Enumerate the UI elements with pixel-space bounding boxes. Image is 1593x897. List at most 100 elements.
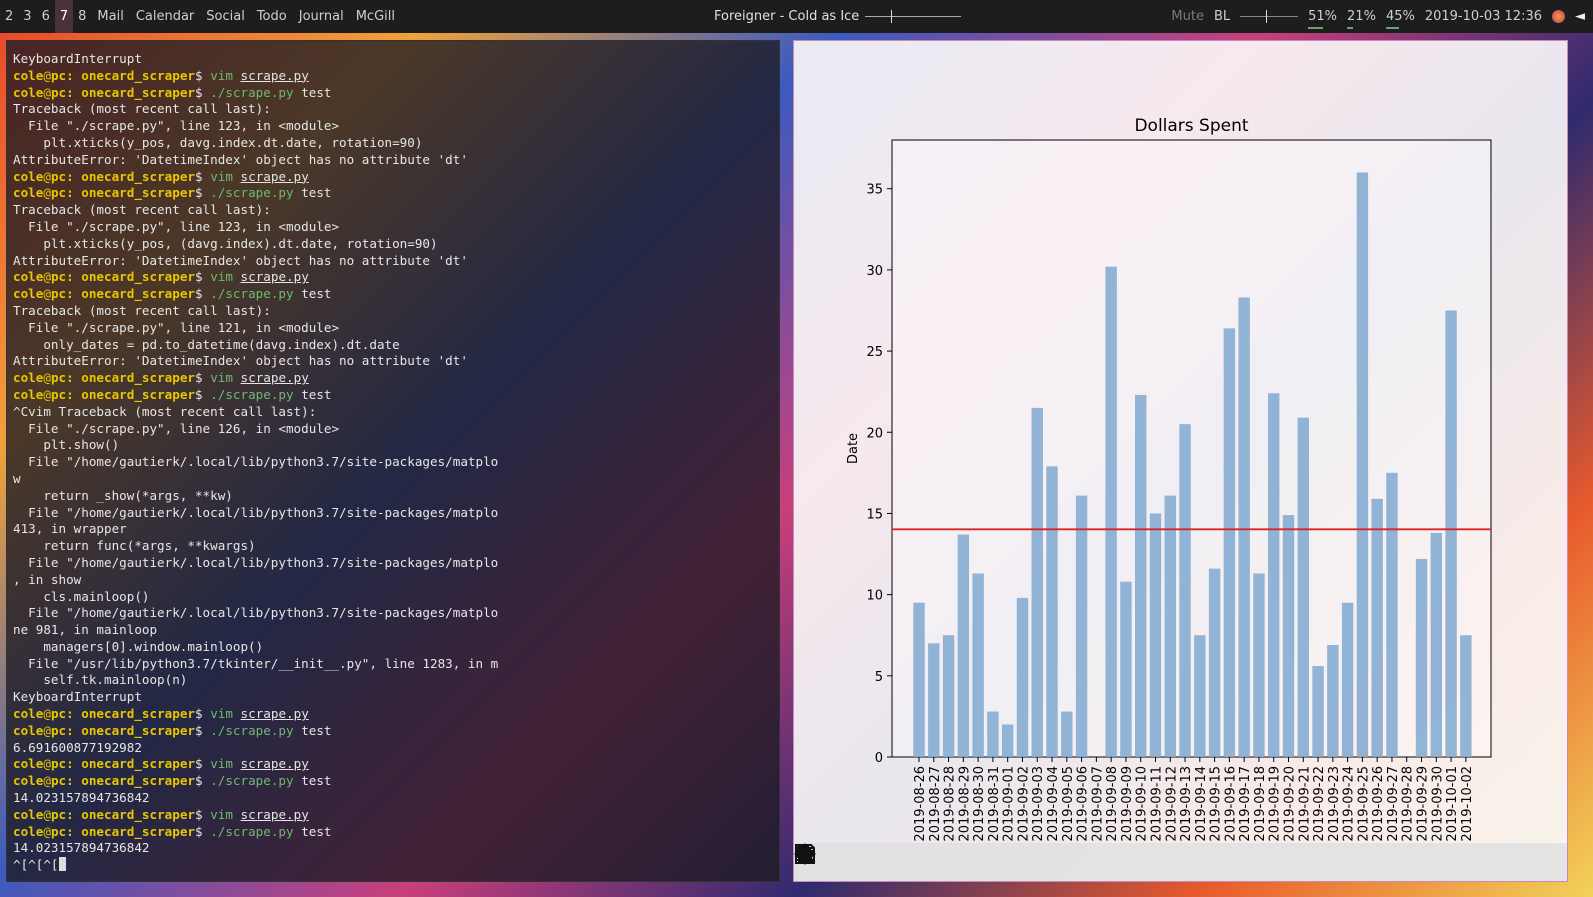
prompt-dir: onecard_scraper (73, 706, 196, 722)
command-arg: scrape.py (240, 806, 309, 822)
prompt-dir: onecard_scraper (73, 806, 196, 822)
prompt-user: cole (13, 823, 44, 839)
terminal-prompt-line: cole@pc: onecard_scraper$ ./scrape.py te… (13, 185, 779, 202)
bar (1031, 407, 1043, 757)
x-tick-label: 2019-09-17 (1238, 766, 1253, 842)
prompt-user: cole (13, 286, 44, 302)
now-playing: Foreigner - Cold as Ice (714, 0, 962, 33)
bar (1120, 581, 1132, 757)
prompt-host: pc: (50, 386, 74, 402)
workspace-3[interactable]: 3 (18, 0, 36, 33)
firefox-tray-icon[interactable] (1552, 10, 1565, 23)
clock: 2019-10-03 12:36 (1424, 9, 1542, 24)
prompt-symbol: $ (195, 185, 211, 201)
workspace-8[interactable]: 8 (73, 0, 91, 33)
bar (1430, 532, 1442, 757)
prompt-symbol: $ (195, 67, 211, 83)
cpu-bar (1308, 27, 1323, 29)
backlight-slider[interactable] (1240, 10, 1299, 23)
prompt-dir: onecard_scraper (73, 386, 196, 402)
back-arrow-icon[interactable] (795, 845, 856, 876)
prompt-symbol: $ (195, 823, 211, 839)
zoom-magnifier-icon[interactable] (795, 844, 956, 876)
terminal-prompt-line: cole@pc: onecard_scraper$ ./scrape.py te… (13, 286, 779, 303)
terminal-output-line: Traceback (most recent call last): (13, 302, 271, 318)
prompt-at: @ (43, 823, 51, 839)
workspace-calendar[interactable]: Calendar (130, 0, 200, 33)
x-tick-label: 2019-08-27 (928, 766, 943, 842)
x-tick-label: 2019-09-28 (1401, 766, 1416, 842)
x-tick-label: 2019-09-23 (1327, 766, 1342, 842)
terminal-output-line: File "/home/gautierk/.local/lib/python3.… (13, 454, 499, 470)
x-tick-label: 2019-09-29 (1416, 766, 1431, 842)
command-arg: scrape.py (240, 706, 309, 722)
command-arg: scrape.py (240, 370, 309, 386)
workspace-mcgill[interactable]: McGill (350, 0, 401, 33)
bar (1460, 635, 1472, 757)
terminal-prompt-line: cole@pc: onecard_scraper$ vim scrape.py (13, 756, 779, 773)
figure-toolbar (794, 843, 1567, 881)
prompt-user: cole (13, 386, 44, 402)
terminal-output-line: File "/home/gautierk/.local/lib/python3.… (13, 504, 499, 520)
prompt-symbol: $ (195, 806, 211, 822)
terminal-prompt-line: cole@pc: onecard_scraper$ ./scrape.py te… (13, 773, 779, 790)
bar (1415, 558, 1428, 757)
prompt-symbol: $ (195, 773, 211, 789)
workspace-social[interactable]: Social (200, 0, 251, 33)
bar (987, 711, 999, 757)
speaker-icon[interactable]: ◄ (1575, 9, 1585, 24)
x-tick-label: 2019-09-20 (1283, 766, 1298, 842)
bar (1061, 711, 1073, 757)
terminal-output-line: 6.691600877192982 (13, 739, 142, 755)
workspace-mail[interactable]: Mail (91, 0, 129, 33)
prompt-user: cole (13, 168, 44, 184)
terminal-output-line: AttributeError: 'DatetimeIndex' object h… (13, 353, 468, 369)
playback-progress[interactable] (865, 10, 962, 23)
bar (1282, 515, 1295, 757)
command-name: ./scrape.py (210, 773, 294, 789)
workspace-journal[interactable]: Journal (293, 0, 350, 33)
configure-subplots-icon[interactable] (796, 845, 986, 876)
prompt-user: cole (13, 773, 44, 789)
terminal-output-line: KeyboardInterrupt (13, 51, 142, 66)
command-name: vim (210, 806, 233, 822)
bar (1327, 644, 1339, 757)
bar (1046, 466, 1058, 757)
save-floppy-icon[interactable] (795, 844, 1026, 876)
workspace-list: 2 3 6 7 8 Mail Calendar Social Todo Journal McGill (0, 0, 401, 33)
terminal-window[interactable]: KeyboardInterrupt cole@pc: onecard_scrape… (6, 40, 780, 882)
command-name: vim (210, 269, 233, 285)
terminal-output-line: plt.xticks(y_pos, (davg.index).dt.date, … (13, 235, 438, 251)
x-tick-label: 2019-10-01 (1445, 766, 1460, 842)
command-arg: scrape.py (240, 67, 309, 83)
pan-move-icon[interactable] (794, 843, 926, 876)
prompt-at: @ (43, 168, 51, 184)
command-arg: scrape.py (240, 756, 309, 772)
command-arg: test (301, 84, 332, 100)
command-arg: test (301, 386, 332, 402)
workspace-todo[interactable]: Todo (251, 0, 293, 33)
x-tick-label: 2019-09-12 (1164, 766, 1179, 842)
workspace-7[interactable]: 7 (54, 0, 74, 33)
prompt-symbol: $ (195, 286, 211, 302)
workspace-6[interactable]: 6 (37, 0, 55, 33)
x-tick-label: 2019-09-25 (1356, 766, 1371, 842)
prompt-dir: onecard_scraper (73, 722, 196, 738)
y-tick-label: 25 (866, 345, 883, 360)
system-status: Mute BL 51% 21% 45% 2019-10-03 12:36 ◄ (1171, 0, 1593, 33)
command-name: vim (210, 370, 233, 386)
forward-arrow-icon[interactable] (795, 845, 886, 876)
terminal-output-line: return func(*args, **kwargs) (13, 538, 256, 554)
prompt-user: cole (13, 84, 44, 100)
command-name: vim (210, 168, 233, 184)
mute-label[interactable]: Mute (1171, 9, 1204, 24)
prompt-symbol: $ (195, 269, 211, 285)
x-tick-label: 2019-09-24 (1342, 766, 1357, 842)
terminal-output-line: managers[0].window.mainloop() (13, 638, 264, 654)
x-tick-label: 2019-09-21 (1297, 766, 1312, 842)
prompt-at: @ (43, 806, 51, 822)
workspace-2[interactable]: 2 (0, 0, 18, 33)
prompt-user: cole (13, 370, 44, 386)
bar (1016, 597, 1029, 757)
prompt-host: pc: (50, 269, 74, 285)
